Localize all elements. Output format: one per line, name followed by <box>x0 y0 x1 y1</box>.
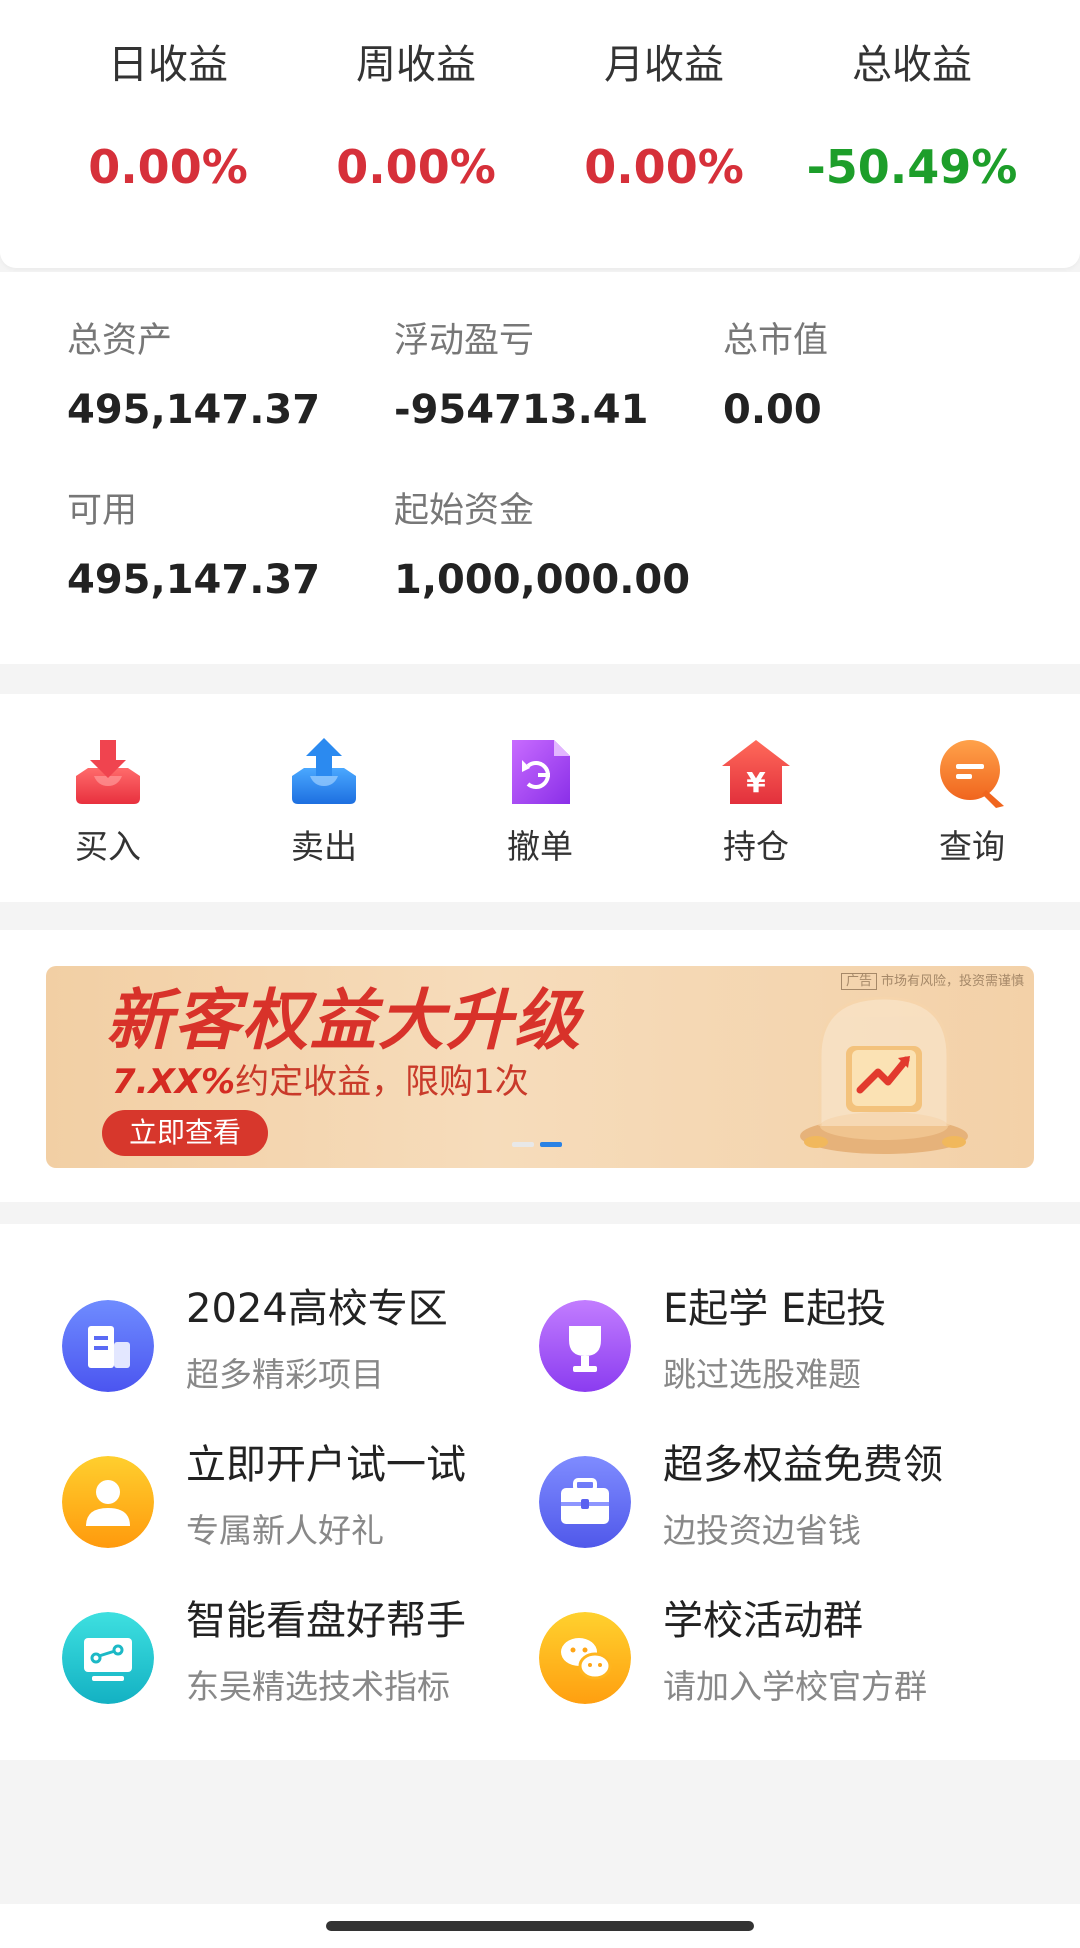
feature-subtitle: 边投资边省钱 <box>663 1511 861 1550</box>
return-month: 月收益 0.00% <box>539 30 789 202</box>
feature-free-benefits[interactable]: 超多权益免费领 边投资边省钱 <box>539 1436 999 1550</box>
holdings-icon: ¥ <box>722 740 790 804</box>
total-assets: 总资产 495,147.37 <box>67 316 320 436</box>
initial-capital: 起始资金 1,000,000.00 <box>394 486 690 606</box>
buy-icon <box>76 740 140 804</box>
holdings-button[interactable]: ¥ 持仓 <box>676 734 836 870</box>
cancel-order-label: 撤单 <box>507 827 573 866</box>
feature-campus-zone[interactable]: 2024高校专区 超多精彩项目 <box>62 1280 522 1394</box>
feature-open-account[interactable]: 立即开户试一试 专属新人好礼 <box>62 1436 522 1550</box>
return-total-label: 总收益 <box>852 42 972 88</box>
briefcase-icon <box>539 1456 631 1548</box>
feature-learn-invest[interactable]: E起学 E起投 跳过选股难题 <box>539 1280 999 1394</box>
return-week-value: 0.00% <box>336 140 496 194</box>
trade-actions: 买入 卖出 撤单 ¥ 持仓 查询 <box>0 694 1080 902</box>
return-month-value: 0.00% <box>584 140 744 194</box>
trend-dome-illustration <box>800 996 968 1154</box>
user-icon <box>62 1456 154 1548</box>
banner-section: 广告 市场有风险，投资需谨慎 新客权益大升级 7.XX%约定收益，限购1次 立即查… <box>0 930 1080 1202</box>
feature-title: 2024高校专区 <box>186 1286 448 1332</box>
return-day-value: 0.00% <box>88 140 248 194</box>
feature-subtitle: 跳过选股难题 <box>663 1355 861 1394</box>
feature-title: 超多权益免费领 <box>663 1442 943 1488</box>
sell-button[interactable]: 卖出 <box>244 734 404 870</box>
floating-pnl: 浮动盈亏 -954713.41 <box>394 316 648 436</box>
carousel-dot[interactable] <box>512 1142 534 1147</box>
chat-icon <box>539 1612 631 1704</box>
market-value: 总市值 0.00 <box>723 316 828 436</box>
sell-icon <box>292 738 356 804</box>
banner-rate: 7.XX% <box>112 1062 236 1102</box>
banner-title: 新客权益大升级 <box>106 982 582 1059</box>
return-day: 日收益 0.00% <box>43 30 293 202</box>
promo-banner[interactable]: 广告 市场有风险，投资需谨慎 新客权益大升级 7.XX%约定收益，限购1次 立即查… <box>46 966 1034 1168</box>
return-week-label: 周收益 <box>356 42 476 88</box>
query-button[interactable]: 查询 <box>892 734 1052 870</box>
carousel-dot-active[interactable] <box>540 1142 562 1147</box>
feature-subtitle: 专属新人好礼 <box>186 1511 384 1550</box>
query-icon <box>940 740 1004 808</box>
home-indicator[interactable] <box>326 1921 754 1931</box>
buy-label: 买入 <box>75 827 141 866</box>
available-funds: 可用 495,147.37 <box>67 486 320 606</box>
buy-button[interactable]: 买入 <box>28 734 188 870</box>
total-assets-label: 总资产 <box>67 321 173 361</box>
market-value-label: 总市值 <box>723 321 829 361</box>
cancel-order-icon <box>512 740 570 804</box>
feature-subtitle: 东吴精选技术指标 <box>186 1667 450 1706</box>
return-total-value: -50.49% <box>806 140 1018 194</box>
returns-summary: 日收益 0.00% 周收益 0.00% 月收益 0.00% 总收益 -50.49… <box>0 0 1080 268</box>
market-value-value: 0.00 <box>723 387 822 433</box>
available-funds-label: 可用 <box>67 491 138 531</box>
return-week: 周收益 0.00% <box>291 30 541 202</box>
feature-school-group[interactable]: 学校活动群 请加入学校官方群 <box>539 1592 999 1706</box>
return-month-label: 月收益 <box>604 42 724 88</box>
initial-capital-label: 起始资金 <box>394 491 535 531</box>
banner-subtitle: 7.XX%约定收益，限购1次 <box>112 1058 529 1106</box>
banner-subtitle-text: 约定收益，限购1次 <box>235 1062 529 1102</box>
feature-title: 立即开户试一试 <box>186 1442 466 1488</box>
floating-pnl-label: 浮动盈亏 <box>394 321 535 361</box>
floating-pnl-value: -954713.41 <box>394 387 649 433</box>
carousel-indicator[interactable] <box>512 1132 568 1151</box>
svg-text:¥: ¥ <box>746 766 766 799</box>
initial-capital-value: 1,000,000.00 <box>394 557 691 603</box>
chart-screen-icon <box>62 1612 154 1704</box>
feature-title: 智能看盘好帮手 <box>186 1598 466 1644</box>
holdings-label: 持仓 <box>723 827 789 866</box>
feature-list: 2024高校专区 超多精彩项目 E起学 E起投 跳过选股难题 立即开户试一试 专… <box>0 1224 1080 1760</box>
trophy-icon <box>539 1300 631 1392</box>
view-now-button[interactable]: 立即查看 <box>102 1110 268 1156</box>
feature-title: E起学 E起投 <box>663 1286 887 1332</box>
feature-title: 学校活动群 <box>663 1598 863 1644</box>
return-total: 总收益 -50.49% <box>787 30 1037 202</box>
feature-smart-monitor[interactable]: 智能看盘好帮手 东吴精选技术指标 <box>62 1592 522 1706</box>
feature-subtitle: 超多精彩项目 <box>186 1355 384 1394</box>
return-day-label: 日收益 <box>108 42 228 88</box>
building-icon <box>62 1300 154 1392</box>
total-assets-value: 495,147.37 <box>67 387 321 433</box>
cancel-order-button[interactable]: 撤单 <box>460 734 620 870</box>
feature-subtitle: 请加入学校官方群 <box>663 1667 927 1706</box>
available-funds-value: 495,147.37 <box>67 557 321 603</box>
sell-label: 卖出 <box>291 827 357 866</box>
query-label: 查询 <box>939 827 1005 866</box>
assets-panel: 总资产 495,147.37 浮动盈亏 -954713.41 总市值 0.00 … <box>0 272 1080 664</box>
